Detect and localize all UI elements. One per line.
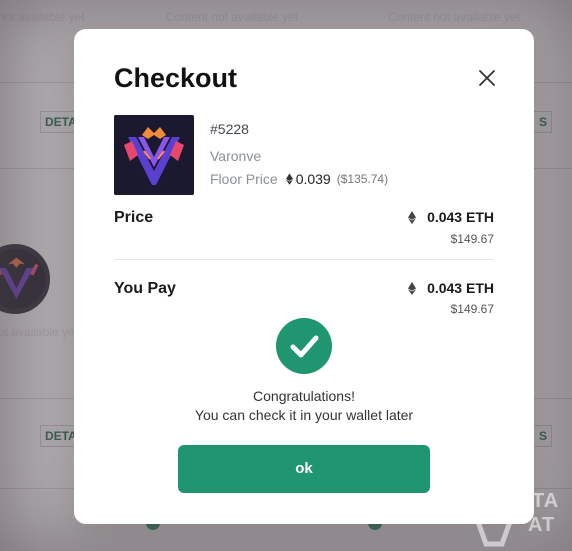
nft-thumbnail [114,115,194,195]
you-pay-eth-value: 0.043 ETH [427,280,494,296]
success-title: Congratulations! [253,388,355,404]
floor-price-row: Floor Price 0.039 ($135.74) [210,171,388,187]
eth-icon [408,210,417,224]
success-check-icon [276,318,332,374]
ok-button[interactable]: ok [178,445,430,493]
modal-title: Checkout [114,63,238,93]
price-eth: 0.043 ETH [408,209,494,225]
price-usd: $149.67 [450,232,494,246]
success-message: You can check it in your wallet later [194,407,414,423]
watermark-text: TA [532,490,560,512]
floor-price-value: 0.039 [295,171,331,187]
floor-price-usd: ($135.74) [336,172,389,186]
you-pay-label: You Pay [114,280,176,297]
nft-collection-name: Varonve [210,148,262,164]
you-pay-eth: 0.043 ETH [408,280,494,296]
watermark-text: AT [528,514,556,536]
nft-id: #5228 [210,121,249,137]
price-eth-value: 0.043 ETH [427,209,494,225]
watermark-logo: TA AT [462,478,572,548]
close-button[interactable] [474,65,500,91]
eth-icon [285,173,293,185]
you-pay-usd: $149.67 [450,302,494,316]
checkout-modal: Checkout #5228 Varonve Floor Price 0.039… [74,29,534,524]
eth-icon [408,281,417,295]
price-label: Price [114,209,154,226]
floor-price-label: Floor Price [210,171,278,187]
section-divider [114,259,494,260]
close-icon [479,70,495,86]
